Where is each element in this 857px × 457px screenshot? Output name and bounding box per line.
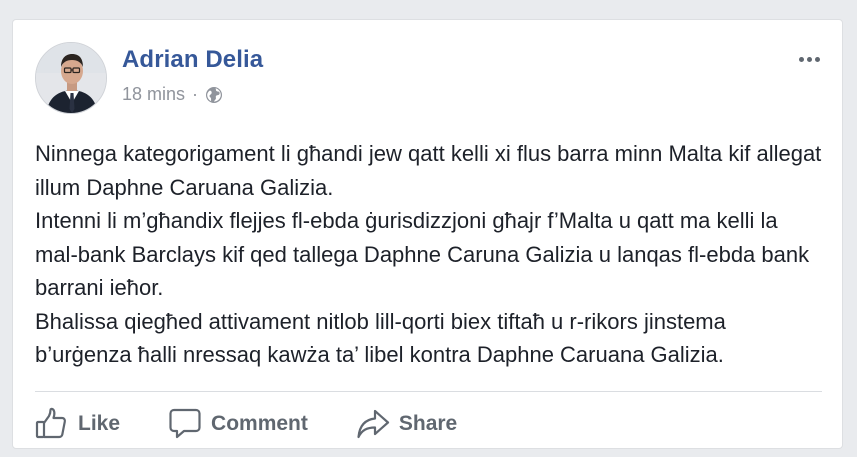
more-dot — [806, 56, 812, 62]
more-options-icon[interactable] — [794, 50, 824, 68]
post-text: Ninnega kategorigament li għandi jew qat… — [35, 137, 825, 372]
post-paragraph-2: Intenni li m’għandix flejjes fl-ebda ġur… — [35, 208, 810, 300]
comment-icon — [169, 408, 201, 439]
like-label: Like — [78, 412, 121, 435]
author-name[interactable]: Adrian Delia — [122, 46, 263, 74]
more-dot — [798, 56, 804, 62]
meta-separator: · — [192, 84, 199, 104]
share-label: Share — [398, 412, 458, 435]
thumbs-up-icon — [35, 407, 67, 439]
post-card: Adrian Delia 18 mins · Ninnega kategorig… — [12, 19, 843, 449]
comment-label: Comment — [211, 412, 308, 435]
like-button[interactable]: Like — [35, 407, 120, 441]
post-paragraph-3: Bhalissa qiegħed attivament nitlob lill-… — [35, 308, 726, 368]
author-avatar[interactable] — [35, 42, 107, 114]
post-paragraph-1: Ninnega kategorigament li għandi jew qat… — [35, 141, 822, 200]
post-meta: 18 mins · — [122, 84, 223, 105]
globe-icon[interactable] — [205, 86, 223, 104]
post-header: Adrian Delia 18 mins · — [35, 42, 826, 116]
action-divider — [35, 391, 822, 392]
avatar-image — [36, 43, 106, 113]
post-timestamp[interactable]: 18 mins — [122, 84, 185, 105]
share-arrow-icon — [357, 409, 389, 439]
comment-button[interactable]: Comment — [168, 407, 308, 441]
share-button[interactable]: Share — [356, 407, 457, 441]
more-dot — [814, 56, 820, 62]
post-actions: Like Comment Share — [35, 404, 505, 444]
